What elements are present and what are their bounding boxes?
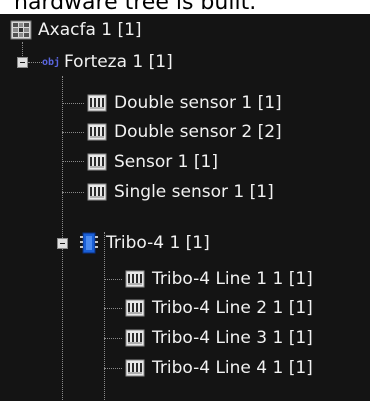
- tree-line: [62, 132, 84, 133]
- tree-item-forteza[interactable]: obj Forteza 1 [1]: [42, 45, 173, 79]
- obj-icon: obj: [41, 56, 61, 68]
- cropped-caption: hardware tree is built.: [0, 0, 370, 14]
- sensor-module-icon: [124, 327, 146, 349]
- tree-item-label: Double sensor 2 [2]: [114, 122, 282, 142]
- tree-item-label: Sensor 1 [1]: [114, 152, 218, 172]
- tree-item-tribo[interactable]: Tribo-4 1 [1]: [78, 226, 210, 260]
- collapse-toggle-forteza[interactable]: [17, 57, 28, 68]
- tree-item-tribo-line[interactable]: Tribo-4 Line 2 1 [1]: [124, 291, 313, 325]
- hardware-tree[interactable]: Axacfa 1 [1] obj Forteza 1 [1] Double se…: [0, 14, 370, 401]
- tree-item-label: Forteza 1 [1]: [64, 52, 173, 72]
- tree-line: [104, 308, 122, 309]
- tree-item-sensor[interactable]: Single sensor 1 [1]: [86, 175, 274, 209]
- tree-line: [104, 338, 122, 339]
- tree-item-label: Single sensor 1 [1]: [114, 182, 274, 202]
- sensor-module-icon: [124, 297, 146, 319]
- chip-icon: [78, 232, 100, 254]
- caption-text: hardware tree is built.: [14, 0, 257, 14]
- tree-item-label: Tribo-4 Line 1 1 [1]: [152, 269, 313, 289]
- tree-line: [62, 161, 84, 162]
- sensor-module-icon: [86, 181, 108, 203]
- tree-item-label: Double sensor 1 [1]: [114, 93, 282, 113]
- sensor-module-icon: [86, 151, 108, 173]
- sensor-module-icon: [124, 268, 146, 290]
- tree-item-label: Tribo-4 1 [1]: [106, 233, 210, 253]
- tree-item-label: Tribo-4 Line 2 1 [1]: [152, 298, 313, 318]
- tree-item-axacfa[interactable]: Axacfa 1 [1]: [10, 14, 142, 47]
- tree-line: [62, 103, 84, 104]
- tree-line: [104, 368, 122, 369]
- tree-item-sensor[interactable]: Double sensor 2 [2]: [86, 115, 282, 149]
- tree-item-label: Tribo-4 Line 3 1 [1]: [152, 328, 313, 348]
- tree-item-label: Axacfa 1 [1]: [38, 20, 142, 40]
- collapse-toggle-tribo[interactable]: [57, 238, 68, 249]
- tree-line: [28, 62, 42, 63]
- hardware-grid-icon: [10, 19, 32, 41]
- sensor-module-icon: [124, 357, 146, 379]
- tree-item-tribo-line[interactable]: Tribo-4 Line 3 1 [1]: [124, 321, 313, 355]
- tree-line: [62, 192, 84, 193]
- sensor-module-icon: [86, 92, 108, 114]
- tree-item-label: Tribo-4 Line 4 1 [1]: [152, 358, 313, 378]
- tree-item-tribo-line[interactable]: Tribo-4 Line 4 1 [1]: [124, 351, 313, 385]
- tree-line: [104, 279, 122, 280]
- tree-item-sensor[interactable]: Sensor 1 [1]: [86, 145, 218, 179]
- sensor-module-icon: [86, 121, 108, 143]
